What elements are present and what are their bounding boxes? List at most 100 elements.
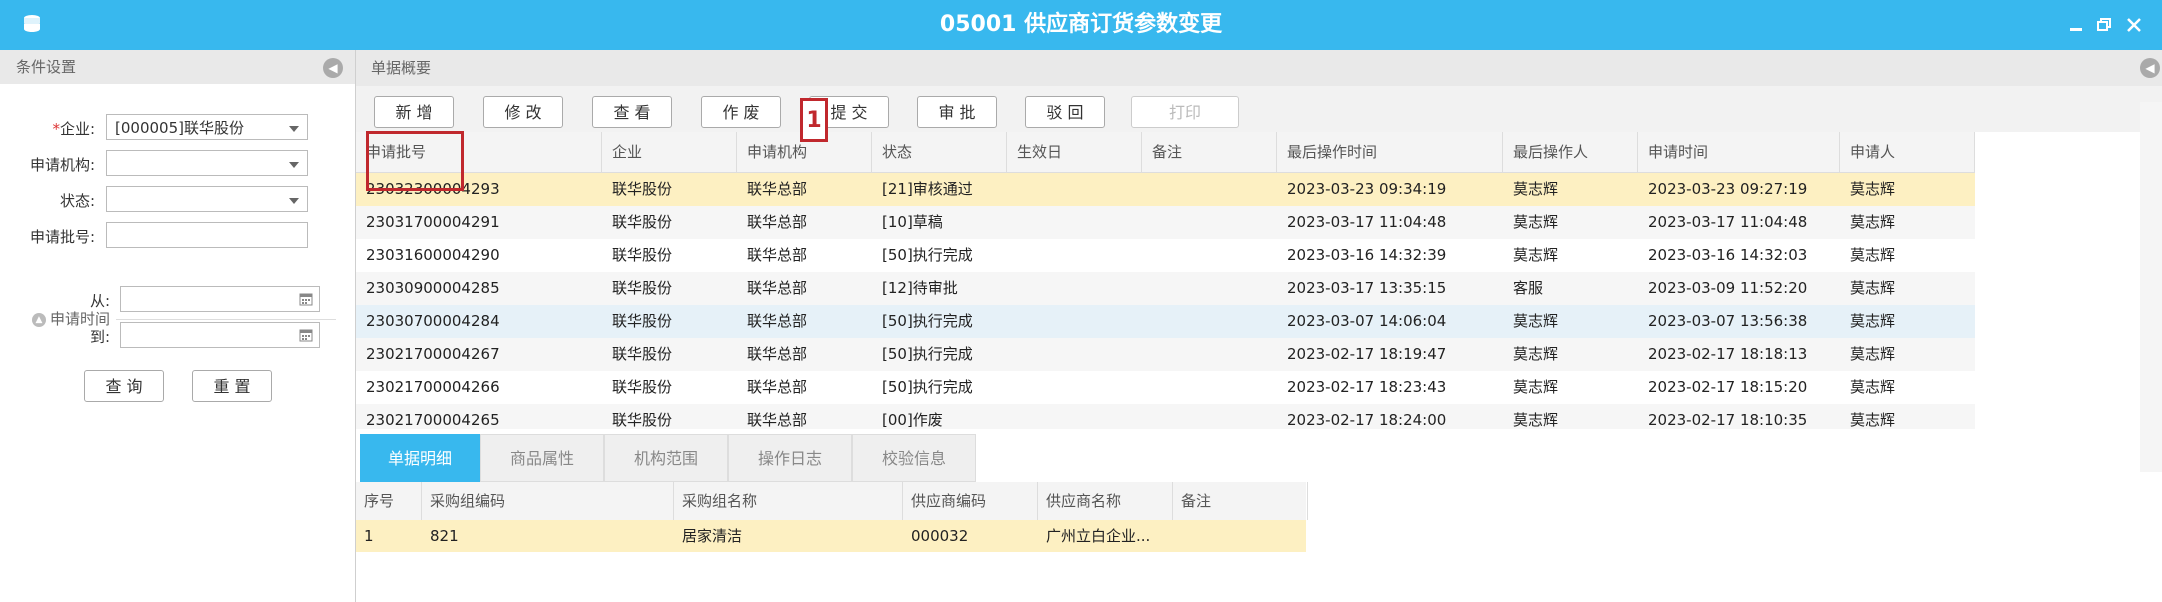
chevron-down-icon[interactable] [289,198,299,204]
date-to-input[interactable] [120,322,320,348]
table-cell: 联华总部 [747,378,808,396]
org-select[interactable] [106,150,308,176]
collapse-right-icon[interactable]: ◀ [2140,58,2160,78]
scrollbar[interactable] [2140,102,2162,472]
table-cell: 莫志辉 [1513,180,1559,198]
dcol-supplier-name[interactable]: 供应商名称 [1038,482,1173,520]
calendar-icon[interactable] [299,328,313,342]
table-cell: 莫志辉 [1513,246,1559,264]
void-button[interactable]: 作 废 [701,96,781,128]
col-apply-time[interactable]: 申请时间 [1638,132,1840,172]
table-row[interactable]: 23031700004291 联华股份 联华总部 [10]草稿 2023-03-17 1… [356,206,1975,240]
dcol-seq[interactable]: 序号 [356,482,422,520]
chevron-down-icon[interactable] [289,162,299,168]
table-row[interactable]: 23032300004293 联华股份 联华总部 [21]审核通过 2023-03-23… [356,173,1975,207]
query-button[interactable]: 查 询 [84,370,164,402]
table-cell: [10]草稿 [882,213,943,231]
col-effective-date[interactable]: 生效日 [1007,132,1142,172]
restore-icon[interactable] [2094,15,2114,35]
tab-org-scope[interactable]: 机构范围 [604,434,728,482]
table-cell: 莫志辉 [1850,312,1896,330]
new-button[interactable]: 新 增 [374,96,454,128]
tab-detail[interactable]: 单据明细 [360,434,480,482]
date-from-row: 从: [0,286,355,314]
col-last-operator[interactable]: 最后操作人 [1503,132,1638,172]
table-cell: 莫志辉 [1513,345,1559,363]
reset-button[interactable]: 重 置 [192,370,272,402]
print-button[interactable]: 打印 [1131,96,1239,128]
grid-header: 申请批号 企业 申请机构 状态 生效日 备注 最后操作时间 最后操作人 申请时间… [356,132,1975,173]
detail-cell: 000032 [911,527,969,545]
approve-button[interactable]: 审 批 [917,96,997,128]
table-row[interactable]: 23030700004284 联华股份 联华总部 [50]执行完成 2023-03-07… [356,305,1975,339]
tab-product-attr[interactable]: 商品属性 [480,434,604,482]
table-cell: 莫志辉 [1513,411,1559,429]
table-cell: [50]执行完成 [882,345,973,363]
table-cell: 2023-03-16 14:32:39 [1287,246,1447,264]
edit-button[interactable]: 修 改 [483,96,563,128]
tab-validation[interactable]: 校验信息 [852,434,976,482]
table-cell: 莫志辉 [1850,246,1896,264]
table-cell: 2023-02-17 18:23:43 [1287,378,1447,396]
table-cell: [50]执行完成 [882,378,973,396]
title-bar: 05001 供应商订货参数变更 [0,0,2162,50]
dcol-group-code[interactable]: 采购组编码 [422,482,674,520]
status-select[interactable] [106,186,308,212]
table-cell: 2023-02-17 18:10:35 [1648,411,1808,429]
detail-cell: 广州立白企业... [1046,527,1151,545]
batch-no-input[interactable] [106,222,308,248]
table-cell: 23031700004291 [366,213,500,231]
dcol-remark[interactable]: 备注 [1173,482,1308,520]
table-row[interactable]: 23031600004290 联华股份 联华总部 [50]执行完成 2023-03-16… [356,239,1975,273]
date-from-input[interactable] [120,286,320,312]
table-cell: 2023-02-17 18:24:00 [1287,411,1447,429]
dcol-supplier-code[interactable]: 供应商编码 [903,482,1038,520]
minimize-icon[interactable] [2066,15,2086,35]
table-cell: 联华股份 [612,213,673,231]
table-cell: 2023-03-17 11:04:48 [1648,213,1808,231]
table-cell: 联华股份 [612,180,673,198]
date-to-label: 到: [89,328,110,346]
col-remark[interactable]: 备注 [1142,132,1277,172]
table-row[interactable]: 23021700004265 联华股份 联华总部 [00]作废 2023-02-17 1… [356,404,1975,429]
callout-number: 1 [800,98,828,142]
close-icon[interactable] [2124,15,2144,35]
table-cell: 莫志辉 [1850,180,1896,198]
table-cell: 联华股份 [612,312,673,330]
batch-no-row: 申请批号: [0,222,355,250]
table-row[interactable]: 23030900004285 联华股份 联华总部 [12]待审批 2023-03-17 … [356,272,1975,306]
table-cell: 2023-02-17 18:18:13 [1648,345,1808,363]
chevron-down-icon[interactable] [289,126,299,132]
dcol-group-name[interactable]: 采购组名称 [674,482,903,520]
company-value: [000005]联华股份 [115,119,244,137]
table-cell: 联华总部 [747,411,808,429]
detail-row[interactable]: 1 821 居家清洁 000032 广州立白企业... [356,520,1306,552]
table-row[interactable]: 23021700004266 联华股份 联华总部 [50]执行完成 2023-02-17… [356,371,1975,405]
view-button[interactable]: 查 看 [592,96,672,128]
table-cell: 联华总部 [747,312,808,330]
grid-body: 23032300004293 联华股份 联华总部 [21]审核通过 2023-03-23… [356,173,1975,429]
table-cell: 23021700004266 [366,378,500,396]
table-cell: 莫志辉 [1850,345,1896,363]
required-mark: * [52,120,60,138]
detail-cell: 1 [364,527,374,545]
batch-no-label: 申请批号: [29,228,95,246]
col-last-op-time[interactable]: 最后操作时间 [1277,132,1503,172]
table-cell: 联华股份 [612,345,673,363]
tab-op-log[interactable]: 操作日志 [728,434,852,482]
table-cell: 莫志辉 [1850,279,1896,297]
table-cell: 联华总部 [747,246,808,264]
col-status[interactable]: 状态 [872,132,1007,172]
col-company[interactable]: 企业 [602,132,737,172]
table-cell: [12]待审批 [882,279,958,297]
calendar-icon[interactable] [299,292,313,306]
table-cell: 23021700004267 [366,345,500,363]
col-applicant[interactable]: 申请人 [1840,132,1975,172]
table-cell: 23030700004284 [366,312,500,330]
company-select[interactable]: [000005]联华股份 [106,114,308,140]
collapse-left-icon[interactable]: ◀ [323,58,343,78]
table-row[interactable]: 23021700004267 联华股份 联华总部 [50]执行完成 2023-02-17… [356,338,1975,372]
reject-button[interactable]: 驳 回 [1025,96,1105,128]
date-from-label: 从: [89,292,110,310]
table-cell: 莫志辉 [1513,213,1559,231]
